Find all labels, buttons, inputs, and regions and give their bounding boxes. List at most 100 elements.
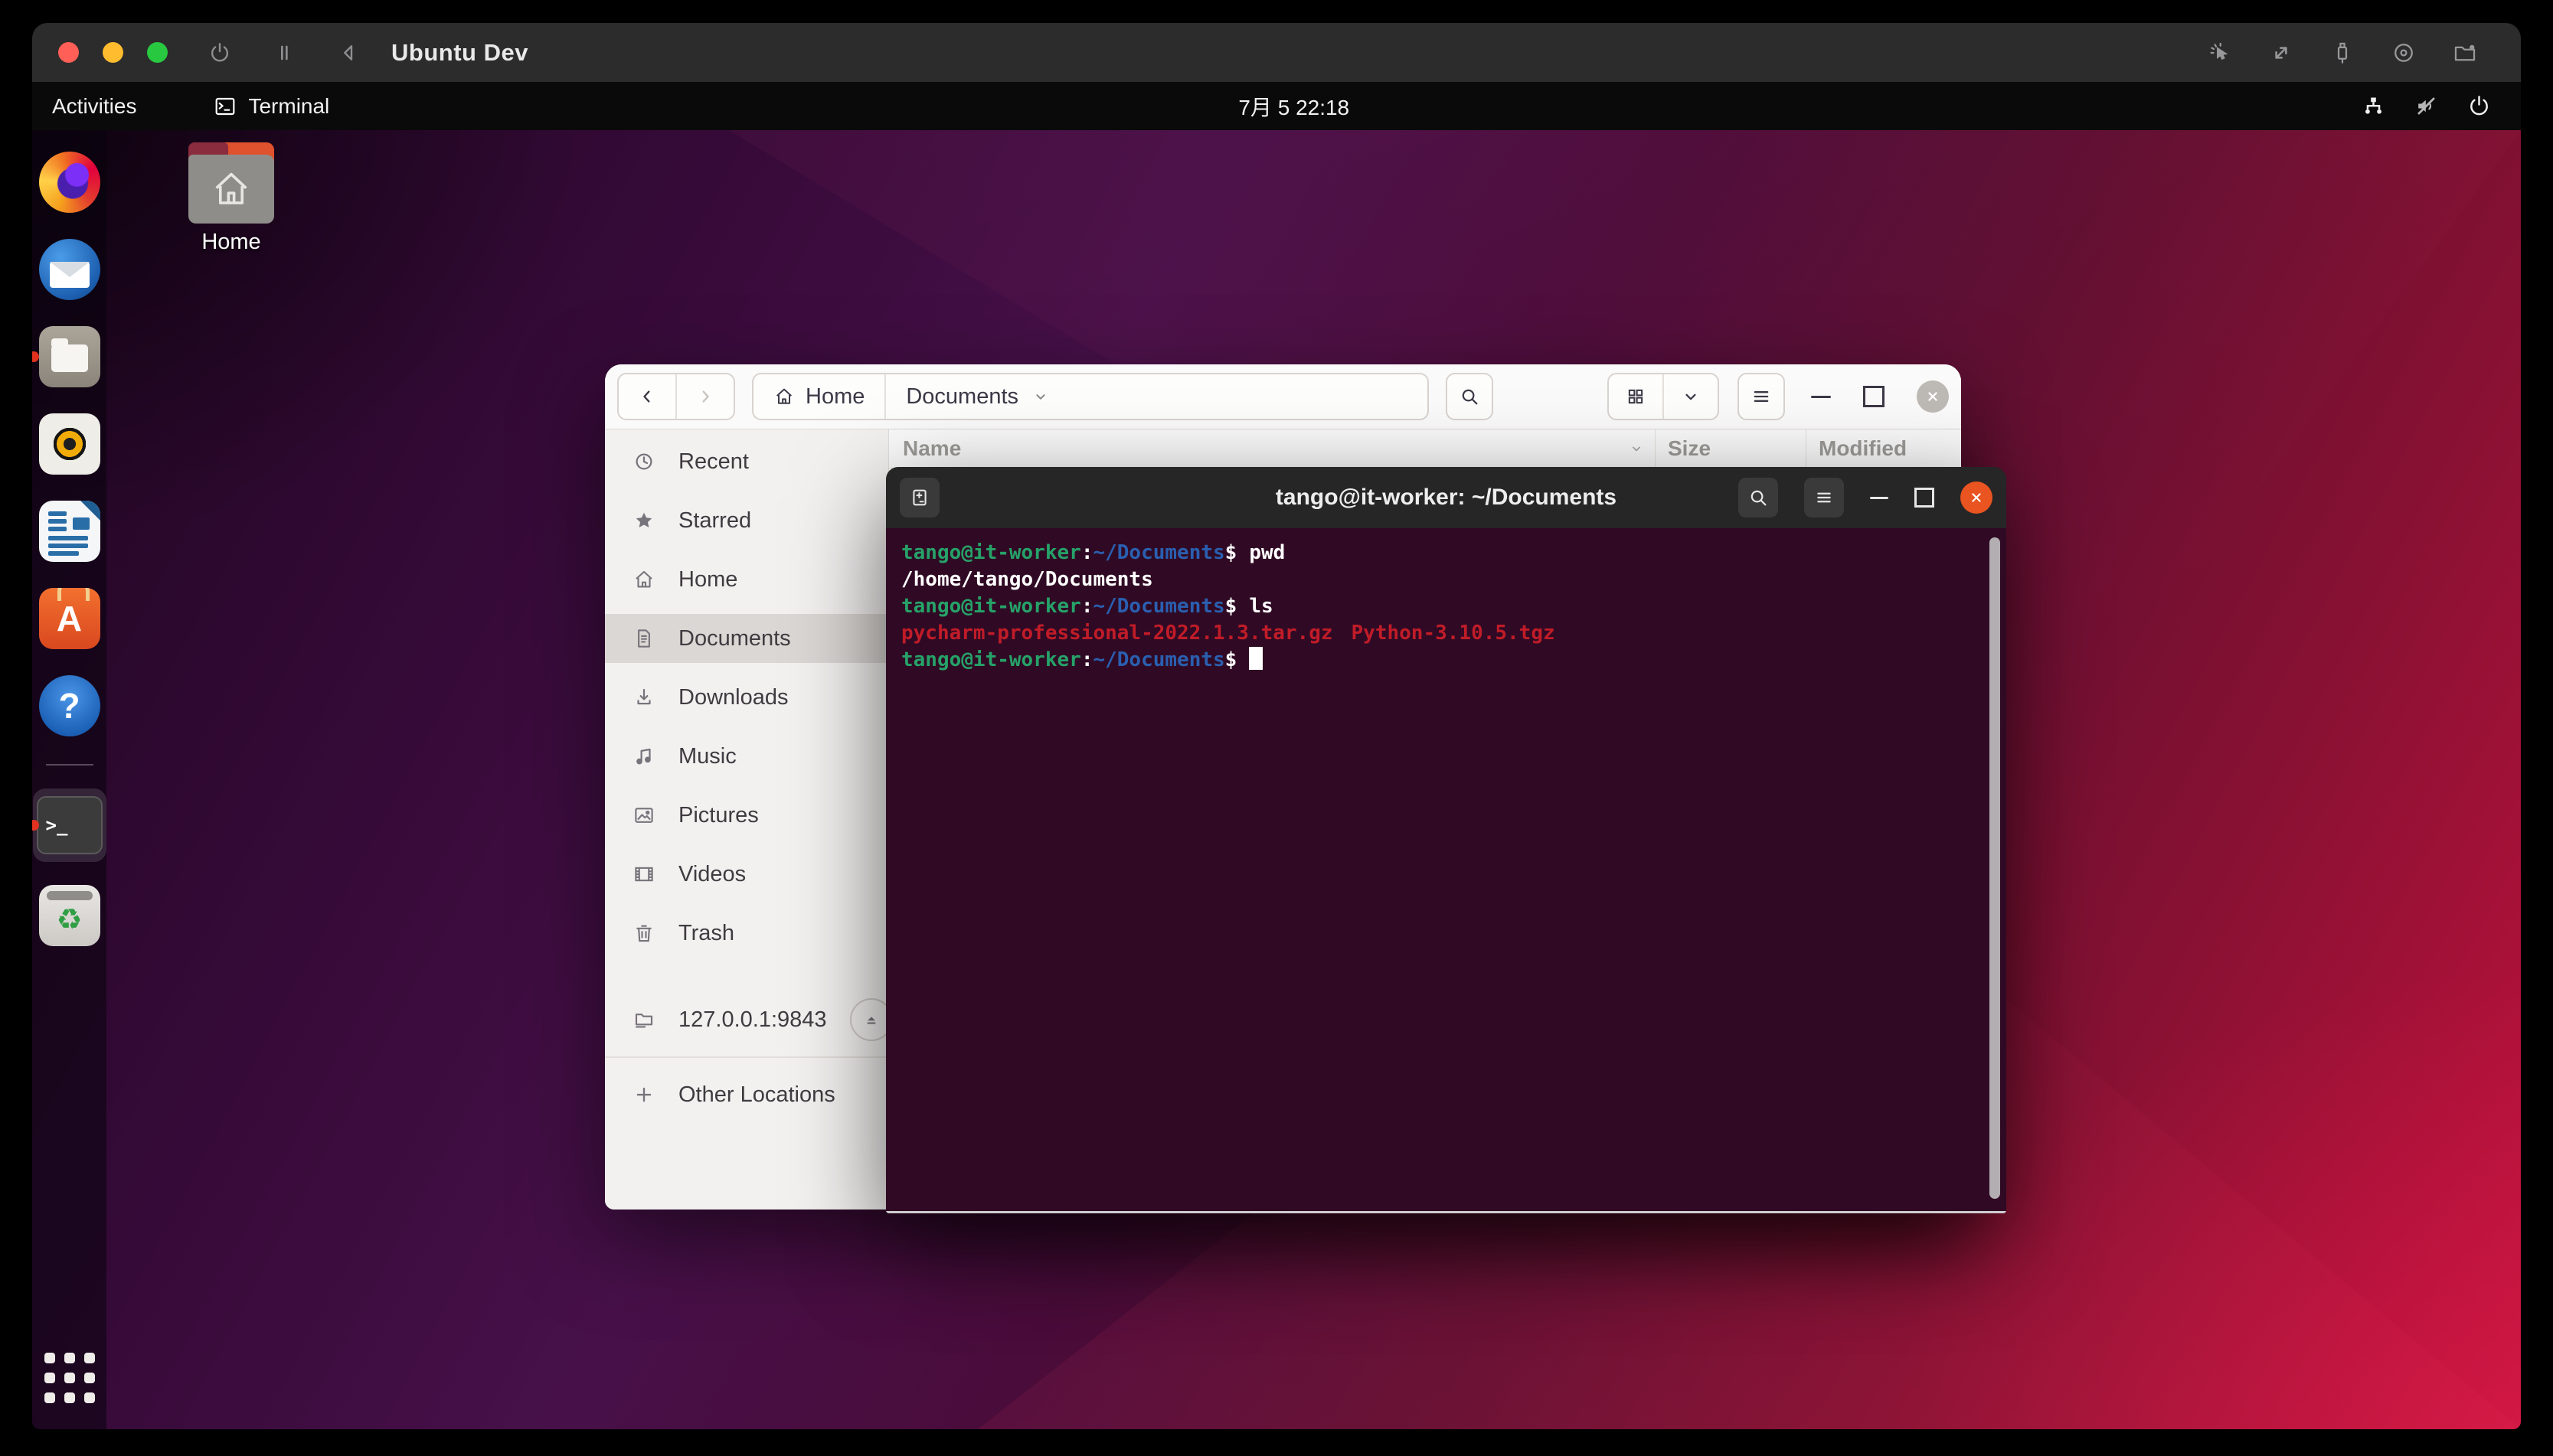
minimize-button[interactable] (1870, 497, 1888, 499)
terminal-screen[interactable]: tango@it-worker:~/Documents$pwd /home/ta… (886, 528, 2006, 1211)
trash-icon (633, 922, 655, 945)
files-icon (39, 326, 100, 387)
dock-item-help[interactable]: ? (39, 675, 100, 736)
dock-item-trash[interactable]: ♻ (39, 885, 100, 946)
terminal-headerbar: tango@it-worker: ~/Documents (886, 467, 2006, 528)
sidebar-item-recent[interactable]: Recent (605, 437, 888, 486)
volume-muted-icon (2414, 93, 2439, 119)
sidebar-item-documents[interactable]: Documents (605, 614, 888, 663)
sidebar-item-downloads[interactable]: Downloads (605, 673, 888, 722)
picture-icon (633, 804, 655, 827)
view-options-dropdown[interactable] (1662, 374, 1718, 419)
activities-button[interactable]: Activities (32, 82, 156, 130)
dock-item-rhythmbox[interactable] (39, 413, 100, 475)
dock-item-files[interactable] (39, 326, 100, 387)
sidebar-item-trash[interactable]: Trash (605, 909, 888, 958)
terminal-app-icon (213, 94, 237, 119)
dock-item-thunderbird[interactable] (39, 239, 100, 300)
grid-view-icon (1626, 387, 1646, 406)
maximize-button[interactable] (1914, 488, 1934, 508)
mac-zoom-button[interactable] (147, 42, 168, 63)
sort-chevron-icon (1629, 441, 1644, 456)
eject-icon (862, 1010, 881, 1029)
music-icon (633, 745, 655, 768)
terminal-title: tango@it-worker: ~/Documents (1276, 485, 1616, 511)
terminal-window: tango@it-worker: ~/Documents (886, 467, 2006, 1213)
vm-window: Ubuntu Dev Activities Termi (32, 23, 2521, 1429)
hamburger-icon (1750, 386, 1772, 407)
close-button[interactable] (1917, 380, 1949, 413)
desktop-icon-label: Home (201, 230, 260, 255)
terminal-controls (1738, 478, 1992, 517)
shared-folder-icon[interactable] (2452, 40, 2478, 66)
dock-item-terminal[interactable]: >_ (33, 788, 106, 862)
path-segment-documents[interactable]: Documents (884, 374, 1069, 419)
vm-pause-icon[interactable] (272, 41, 296, 65)
new-tab-button[interactable] (900, 478, 940, 517)
forward-button[interactable] (675, 374, 734, 419)
dock-item-libreoffice-writer[interactable] (39, 501, 100, 562)
column-size[interactable]: Size (1655, 429, 1806, 468)
dock-item-firefox[interactable] (39, 152, 100, 213)
sidebar-item-starred[interactable]: Starred (605, 496, 888, 545)
desktop-home-folder[interactable]: Home (184, 142, 279, 255)
disc-icon[interactable] (2391, 40, 2417, 66)
usb-icon[interactable] (2329, 40, 2355, 66)
column-name[interactable]: Name (889, 436, 1655, 461)
close-button[interactable] (1960, 482, 1992, 514)
window-controls (1811, 380, 1949, 413)
view-toggle-group (1607, 373, 1719, 420)
list-column-headers: Name Size Modified (889, 429, 1961, 468)
terminal-line: pycharm-professional-2022.1.3.tar.gzPyth… (901, 620, 1976, 647)
ubuntu-software-icon: A (39, 588, 100, 649)
search-icon (1459, 386, 1480, 407)
terminal-search-button[interactable] (1738, 478, 1778, 517)
clock-button[interactable]: 7月 5 22:18 (1223, 82, 1365, 130)
terminal-menu-button[interactable] (1804, 478, 1844, 517)
sidebar-item-videos[interactable]: Videos (605, 850, 888, 899)
capture-cursor-icon[interactable] (2207, 40, 2233, 66)
vm-power-icon[interactable] (208, 41, 232, 65)
terminal-line: /home/tango/Documents (901, 566, 1976, 593)
close-icon (1924, 388, 1941, 405)
running-indicator (32, 351, 39, 362)
dock: A ? >_ ♻ (32, 130, 106, 1429)
terminal-icon: >_ (37, 796, 103, 854)
back-button[interactable] (619, 374, 675, 419)
terminal-line: tango@it-worker:~/Documents$ (901, 647, 1976, 674)
desktop: A ? >_ ♻ (32, 130, 2521, 1429)
libreoffice-writer-icon (39, 501, 100, 562)
recent-icon (633, 450, 655, 473)
sidebar-item-home[interactable]: Home (605, 555, 888, 604)
focused-app-indicator[interactable]: Terminal (205, 82, 337, 130)
firefox-icon (39, 152, 100, 213)
path-bar: Home Documents (752, 373, 1429, 420)
terminal-scrollbar[interactable] (1989, 537, 2000, 1199)
trash-icon: ♻ (39, 885, 100, 946)
search-icon (1747, 487, 1769, 508)
nav-buttons (617, 373, 735, 420)
vm-back-icon[interactable] (336, 41, 361, 65)
sidebar-item-network-mount[interactable]: 127.0.0.1:9843 (605, 995, 888, 1044)
column-modified[interactable]: Modified (1806, 429, 1961, 468)
maximize-button[interactable] (1863, 386, 1885, 407)
dock-item-ubuntu-software[interactable]: A (39, 588, 100, 649)
sidebar-item-pictures[interactable]: Pictures (605, 791, 888, 840)
sidebar-item-music[interactable]: Music (605, 732, 888, 781)
search-button[interactable] (1446, 373, 1493, 420)
minimize-button[interactable] (1811, 396, 1831, 398)
mac-minimize-button[interactable] (103, 42, 123, 63)
grid-view-button[interactable] (1609, 374, 1662, 419)
path-segment-home[interactable]: Home (753, 374, 884, 419)
show-applications-button[interactable] (44, 1353, 95, 1403)
sidebar-item-other-locations[interactable]: Other Locations (605, 1070, 888, 1119)
power-icon (2466, 93, 2492, 119)
mount-label: 127.0.0.1:9843 (678, 1007, 827, 1033)
plus-icon (633, 1083, 655, 1106)
mac-close-button[interactable] (58, 42, 79, 63)
menu-button[interactable] (1737, 373, 1785, 420)
system-status-area[interactable] (2361, 82, 2521, 130)
download-icon (633, 686, 655, 709)
resize-window-icon[interactable] (2268, 40, 2294, 66)
network-icon (2361, 93, 2386, 119)
